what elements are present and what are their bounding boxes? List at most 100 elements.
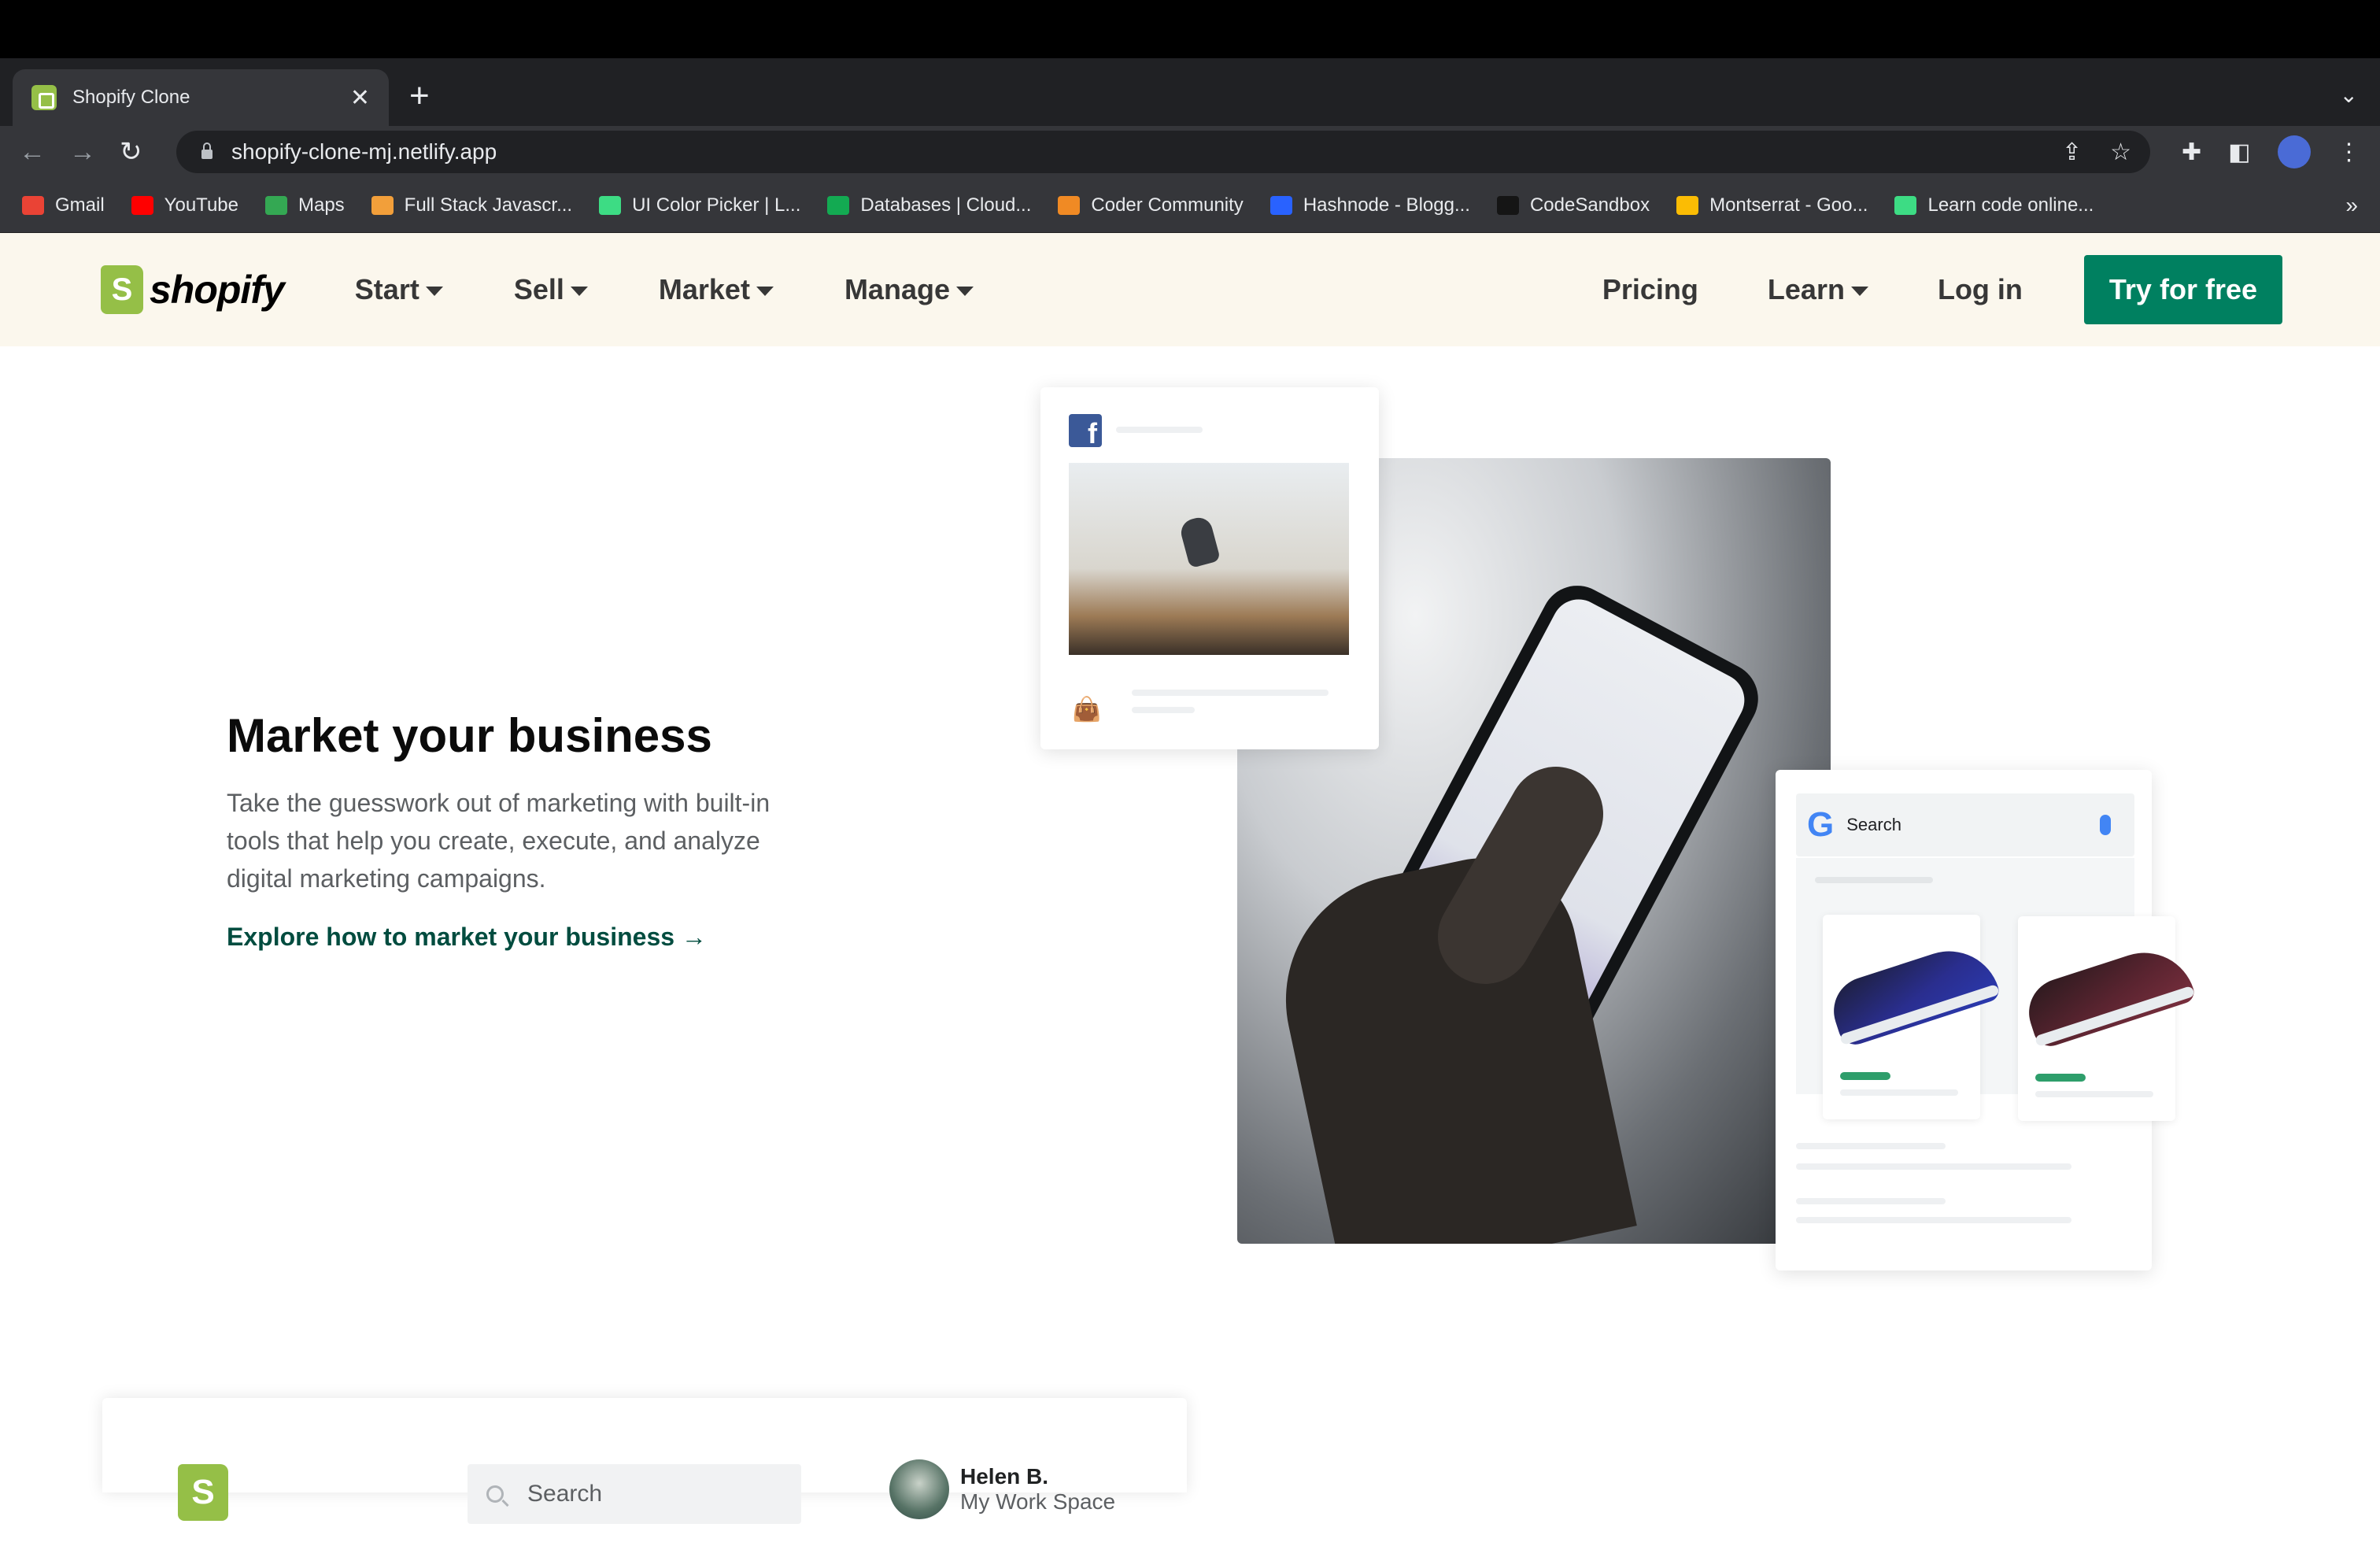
placeholder-line [1132, 707, 1195, 713]
share-icon[interactable]: ⇪ [2062, 139, 2082, 166]
placeholder-line [1840, 1089, 1958, 1096]
try-for-free-button[interactable]: Try for free [2083, 255, 2282, 324]
bookmarks-bar: Gmail YouTube Maps Full Stack Javascr... UI … [0, 178, 2380, 233]
price-bar [2035, 1074, 2086, 1082]
extensions-area: ✚ ◧ ⋮ [2182, 135, 2361, 168]
back-arrow-icon[interactable]: ← [19, 137, 69, 168]
bookmark-item[interactable]: Gmail [22, 194, 105, 216]
bookmark-label: Coder Community [1091, 194, 1244, 216]
caret-down-icon [756, 287, 774, 296]
reload-icon[interactable]: ↻ [120, 136, 170, 168]
google-search-bar: G Search [1796, 793, 2134, 856]
workspace-name: My Work Space [960, 1489, 1116, 1514]
more-bookmarks-icon[interactable]: » [2345, 193, 2358, 218]
nav-manage[interactable]: Manage [844, 273, 974, 306]
user-name: Helen B. [960, 1464, 1049, 1489]
close-tab-icon[interactable]: ✕ [350, 84, 370, 112]
browser-tab[interactable]: Shopify Clone ✕ [13, 69, 389, 126]
nav-pricing[interactable]: Pricing [1602, 273, 1698, 306]
nav-sell-label: Sell [513, 273, 564, 305]
caret-down-icon [1850, 287, 1868, 296]
logo-text: shopify [150, 268, 285, 312]
bookmark-item[interactable]: Coder Community [1058, 194, 1244, 216]
shopify-bag-icon: S [178, 1464, 228, 1521]
product-card-blue-shoe [1823, 915, 2002, 1119]
shopping-bag-icon: 👜 [1072, 697, 1102, 723]
browser-menu-icon[interactable]: ⋮ [2338, 139, 2361, 166]
bookmark-label: Databases | Cloud... [860, 194, 1032, 216]
braces-icon [1058, 195, 1081, 215]
placeholder-line [1815, 877, 1933, 883]
jumping-person-image [1069, 463, 1349, 655]
forward-arrow-icon[interactable]: → [69, 137, 120, 168]
bookmark-label: Learn code online... [1927, 194, 2094, 216]
bookmark-item[interactable]: CodeSandbox [1496, 194, 1650, 216]
extensions-puzzle-icon[interactable]: ✚ [2182, 139, 2201, 166]
nav-learn[interactable]: Learn [1768, 273, 1868, 306]
caret-down-icon [570, 287, 588, 296]
search-icon [486, 1485, 504, 1503]
product-card-maroon-shoe [2018, 916, 2197, 1121]
bookmark-label: Maps [298, 194, 345, 216]
placeholder-line [1116, 427, 1203, 433]
address-bar[interactable]: shopify-clone-mj.netlify.app ⇪ ☆ [176, 131, 2150, 173]
bookmark-item[interactable]: YouTube [131, 194, 238, 216]
bookmark-label: Montserrat - Goo... [1709, 194, 1868, 216]
hero-description: Take the guesswork out of marketing with… [227, 789, 771, 893]
bookmark-item[interactable]: Databases | Cloud... [827, 194, 1031, 216]
screen-top-bar [0, 0, 2380, 58]
bookmark-label: Gmail [55, 194, 105, 216]
bookmark-item[interactable]: Full Stack Javascr... [371, 194, 572, 216]
google-shopping-card: G Search [1776, 770, 2197, 1270]
google-icon: G [1807, 805, 1835, 844]
browser-toolbar: ← → ↻ shopify-clone-mj.netlify.app ⇪ ☆ ✚… [0, 126, 2380, 178]
gmail-icon [22, 195, 44, 215]
bookmark-star-icon[interactable]: ☆ [2110, 139, 2131, 166]
placeholder-line [1132, 690, 1329, 696]
nav-market-label: Market [658, 273, 750, 305]
side-panel-icon[interactable]: ◧ [2228, 139, 2250, 166]
mongodb-icon [827, 195, 850, 215]
caret-down-icon [425, 287, 443, 296]
nav-right: Pricing Learn Log in Try for free [1602, 255, 2282, 324]
shopify-favicon-icon [31, 85, 57, 110]
placeholder-line [1796, 1163, 2071, 1170]
explore-market-link[interactable]: Explore how to market your business → [227, 923, 707, 952]
tab-search-icon[interactable]: ⌄ [2340, 82, 2358, 108]
shopify-logo[interactable]: S shopify [101, 265, 285, 314]
placeholder-line [1796, 1198, 1946, 1204]
login-link[interactable]: Log in [1938, 273, 2023, 306]
hashnode-icon [1269, 195, 1292, 215]
bracket-icon [599, 195, 622, 215]
bookmark-item[interactable]: Maps [264, 194, 345, 216]
bookmark-item[interactable]: Hashnode - Blogg... [1269, 194, 1470, 216]
bracket-icon [1894, 195, 1917, 215]
bookmark-label: Full Stack Javascr... [404, 194, 573, 216]
nav-market[interactable]: Market [659, 273, 774, 306]
url-text[interactable]: shopify-clone-mj.netlify.app [231, 139, 2034, 165]
codesandbox-icon [1496, 195, 1519, 215]
new-tab-button[interactable]: + [409, 79, 430, 113]
nav-start[interactable]: Start [355, 273, 443, 306]
microphone-icon [2100, 815, 2111, 835]
google-results-area [1796, 858, 2197, 1121]
maps-icon [264, 195, 287, 215]
browser-tab-strip: Shopify Clone ✕ + ⌄ [0, 58, 2380, 126]
bookmark-item[interactable]: Learn code online... [1894, 194, 2094, 216]
bookmark-item[interactable]: Montserrat - Goo... [1676, 194, 1868, 216]
bookmark-item[interactable]: UI Color Picker | L... [599, 194, 800, 216]
jumping-person-figure [1177, 514, 1221, 569]
admin-preview-card: S Search Helen B. My Work Space [102, 1398, 1187, 1524]
placeholder-line [1796, 1143, 1946, 1149]
nav-sell[interactable]: Sell [514, 273, 588, 306]
shopping-bag-logo-icon: S [101, 265, 143, 314]
google-search-text: Search [1846, 815, 1901, 834]
bookmark-label: UI Color Picker | L... [632, 194, 801, 216]
price-bar [1840, 1072, 1890, 1080]
main-nav: Start Sell Market Manage [355, 273, 974, 306]
profile-avatar[interactable] [2277, 135, 2311, 168]
course-icon [371, 195, 394, 215]
admin-search-box: Search [468, 1464, 801, 1524]
admin-search-placeholder: Search [527, 1481, 603, 1507]
bookmark-label: Hashnode - Blogg... [1303, 194, 1470, 216]
